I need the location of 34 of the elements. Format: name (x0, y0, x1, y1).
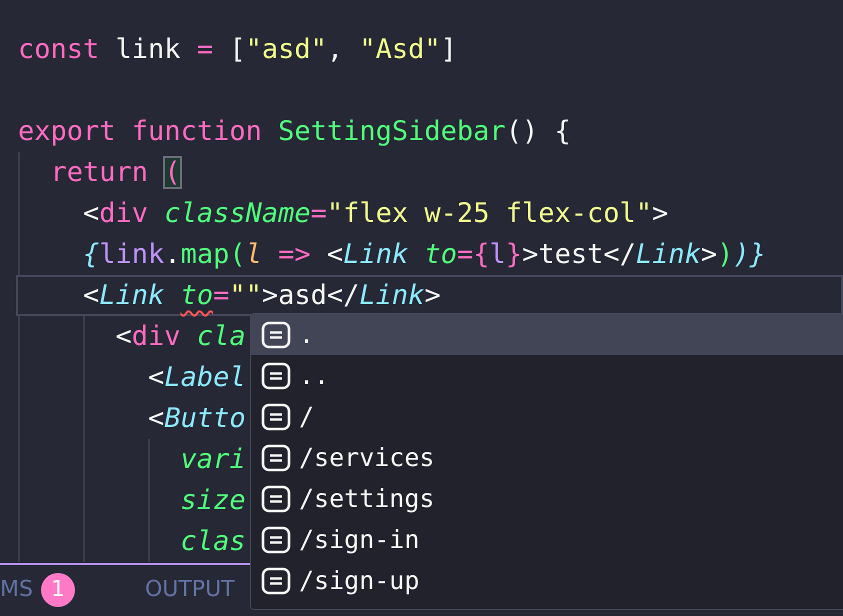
suggestion-label: .. (299, 361, 330, 390)
text-icon (261, 320, 291, 350)
code-line: <Butto (147, 403, 246, 434)
text-icon (261, 360, 291, 390)
code-line: {link.map(l => <Link to={l}>test</Link>))} (82, 239, 766, 270)
suggestion-label: /sign-in (299, 525, 420, 554)
code-line: <Label (147, 362, 246, 393)
text-icon (261, 442, 291, 472)
suggestion-label: /sign-up (299, 566, 420, 595)
suggestion-label: /settings (299, 484, 434, 513)
code-line: <div className="flex w-25 flex-col"> (82, 198, 668, 229)
text-icon (261, 402, 291, 432)
suggestion-label: /services (299, 443, 434, 472)
code-line: export function SettingSidebar() { (18, 116, 571, 147)
code-line: vari (180, 444, 246, 475)
code-line: <div cla (114, 321, 246, 352)
count-badge: 1 (40, 572, 75, 606)
code-line: const link = ["asd", "Asd"] (18, 34, 457, 65)
text-icon (261, 484, 291, 514)
suggestion-item[interactable]: /services (251, 437, 843, 478)
text-icon (261, 566, 291, 596)
suggestion-label: / (299, 402, 314, 431)
suggestion-item[interactable]: /settings (251, 478, 843, 519)
suggestion-item[interactable]: . (251, 314, 843, 355)
suggestion-item[interactable]: / (251, 396, 843, 437)
code-line: clas (180, 526, 246, 557)
code-line: size (180, 485, 246, 516)
suggestion-item[interactable]: /sign-in (251, 519, 843, 560)
code-line: <Link to="">asd</Link> (82, 280, 441, 311)
suggestion-item[interactable]: .. (251, 355, 843, 396)
suggestion-label: . (299, 320, 314, 349)
code-line: return ( (50, 157, 181, 188)
text-icon (261, 524, 291, 554)
suggestion-item[interactable]: /sign-up (251, 560, 843, 601)
